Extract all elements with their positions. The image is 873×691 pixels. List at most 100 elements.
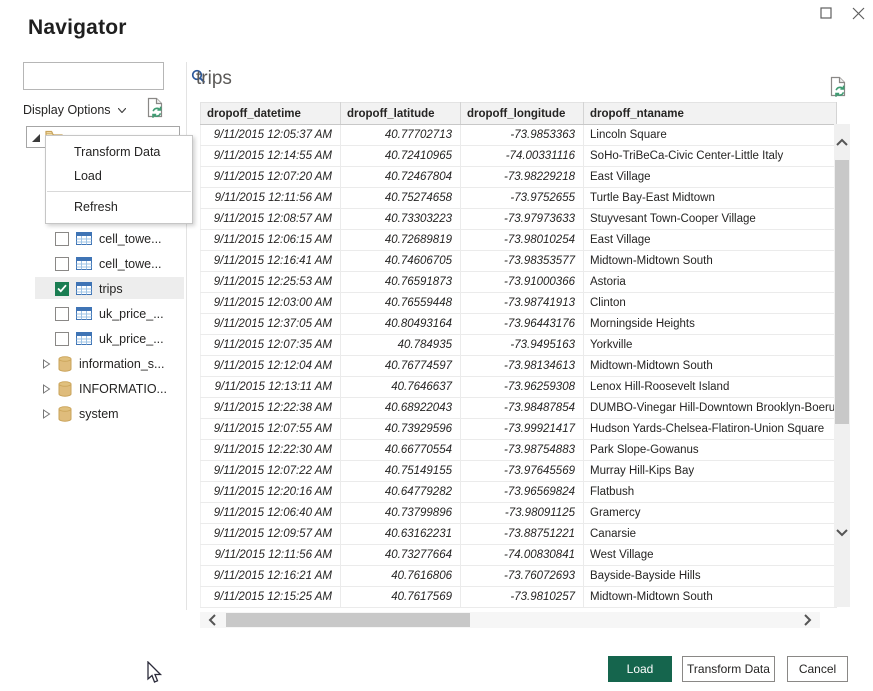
table-cell: 9/11/2015 12:07:22 AM — [201, 461, 341, 482]
checkbox-unchecked[interactable] — [55, 257, 69, 271]
table-cell: SoHo-TriBeCa-Civic Center-Little Italy — [584, 146, 837, 167]
expand-icon[interactable] — [42, 409, 54, 419]
table-cell: -73.9495163 — [461, 335, 584, 356]
vertical-scrollbar-thumb[interactable] — [835, 160, 849, 424]
table-cell: 40.72467804 — [341, 167, 461, 188]
vertical-scrollbar[interactable] — [834, 124, 850, 607]
table-cell: 9/11/2015 12:09:57 AM — [201, 524, 341, 545]
menu-item-refresh[interactable]: Refresh — [46, 195, 192, 219]
table-icon — [76, 232, 92, 245]
expand-icon[interactable] — [42, 359, 54, 369]
table-row: 9/11/2015 12:22:38 AM40.68922043-73.9848… — [201, 398, 837, 419]
tree-item-system[interactable]: system — [20, 401, 182, 426]
search-input[interactable] — [24, 63, 191, 89]
table-cell: -73.97973633 — [461, 209, 584, 230]
column-header-dropoff-ntaname[interactable]: dropoff_ntaname — [584, 103, 837, 125]
expand-icon[interactable] — [42, 384, 54, 394]
expand-collapse-icon[interactable] — [31, 133, 41, 143]
table-icon — [76, 257, 92, 270]
menu-item-transform-data[interactable]: Transform Data — [46, 140, 192, 164]
table-cell: -73.76072693 — [461, 566, 584, 587]
table-cell: 40.75149155 — [341, 461, 461, 482]
table-cell: Clinton — [584, 293, 837, 314]
table-cell: 40.72689819 — [341, 230, 461, 251]
dialog-title: Navigator — [28, 16, 127, 40]
menu-item-load[interactable]: Load — [46, 164, 192, 188]
table-cell: 9/11/2015 12:16:41 AM — [201, 251, 341, 272]
table-cell: -73.9853363 — [461, 125, 584, 146]
table-cell: 9/11/2015 12:15:25 AM — [201, 587, 341, 608]
table-cell: Midtown-Midtown South — [584, 356, 837, 377]
refresh-preview-icon[interactable] — [146, 97, 165, 124]
maximize-button[interactable] — [812, 2, 840, 24]
tree-item-information-s[interactable]: information_s... — [20, 351, 182, 376]
column-header-dropoff-latitude[interactable]: dropoff_latitude — [341, 103, 461, 125]
tree-item-label: uk_price_... — [99, 332, 164, 346]
table-row: 9/11/2015 12:06:15 AM40.72689819-73.9801… — [201, 230, 837, 251]
column-header-dropoff-datetime[interactable]: dropoff_datetime — [201, 103, 341, 125]
cancel-button[interactable]: Cancel — [787, 656, 848, 682]
tree-item-uk-price[interactable]: uk_price_... — [20, 326, 182, 351]
table-row: 9/11/2015 12:03:00 AM40.76559448-73.9874… — [201, 293, 837, 314]
load-button[interactable]: Load — [608, 656, 672, 682]
checkbox-unchecked[interactable] — [55, 332, 69, 346]
table-row: 9/11/2015 12:16:21 AM40.7616806-73.76072… — [201, 566, 837, 587]
table-cell: 40.7646637 — [341, 377, 461, 398]
table-cell: Park Slope-Gowanus — [584, 440, 837, 461]
table-cell: 9/11/2015 12:25:53 AM — [201, 272, 341, 293]
table-row: 9/11/2015 12:16:41 AM40.74606705-73.9835… — [201, 251, 837, 272]
table-cell: 9/11/2015 12:07:55 AM — [201, 419, 341, 440]
tree-item-label: cell_towe... — [99, 257, 162, 271]
preview-table-body: 9/11/2015 12:05:37 AM40.77702713-73.9853… — [201, 125, 837, 608]
table-row: 9/11/2015 12:15:25 AM40.7617569-73.98102… — [201, 587, 837, 608]
tree-item-label: uk_price_... — [99, 307, 164, 321]
table-cell: 9/11/2015 12:13:11 AM — [201, 377, 341, 398]
horizontal-scrollbar-thumb[interactable] — [226, 613, 470, 627]
table-cell: -73.98010254 — [461, 230, 584, 251]
tree-item-label: information_s... — [79, 357, 164, 371]
checkbox-checked[interactable] — [55, 282, 69, 296]
search-box[interactable] — [23, 62, 164, 90]
table-cell: 40.74606705 — [341, 251, 461, 272]
scroll-down-icon[interactable] — [835, 528, 849, 537]
table-cell: -73.96569824 — [461, 482, 584, 503]
horizontal-scrollbar[interactable] — [200, 612, 820, 628]
table-cell: -73.9752655 — [461, 188, 584, 209]
table-cell: 40.73277664 — [341, 545, 461, 566]
scroll-right-icon[interactable] — [803, 613, 812, 627]
table-row: 9/11/2015 12:08:57 AM40.73303223-73.9797… — [201, 209, 837, 230]
transform-data-button[interactable]: Transform Data — [682, 656, 775, 682]
table-cell: -73.98754883 — [461, 440, 584, 461]
table-row: 9/11/2015 12:37:05 AM40.80493164-73.9644… — [201, 314, 837, 335]
tree-item-uk-price[interactable]: uk_price_... — [20, 301, 182, 326]
table-row: 9/11/2015 12:07:35 AM40.784935-73.949516… — [201, 335, 837, 356]
table-cell: 9/11/2015 12:22:30 AM — [201, 440, 341, 461]
refresh-preview-icon[interactable] — [829, 76, 848, 103]
tree-item-label: system — [79, 407, 119, 421]
table-row: 9/11/2015 12:12:04 AM40.76774597-73.9813… — [201, 356, 837, 377]
table-row: 9/11/2015 12:25:53 AM40.76591873-73.9100… — [201, 272, 837, 293]
tree-item-informatio[interactable]: INFORMATIO... — [20, 376, 182, 401]
table-cell: Murray Hill-Kips Bay — [584, 461, 837, 482]
scroll-up-icon[interactable] — [835, 138, 849, 147]
table-cell: Yorkville — [584, 335, 837, 356]
scroll-left-icon[interactable] — [208, 613, 217, 627]
table-cell: Morningside Heights — [584, 314, 837, 335]
context-menu: Transform Data Load Refresh — [45, 135, 193, 224]
table-cell: Flatbush — [584, 482, 837, 503]
table-cell: 40.66770554 — [341, 440, 461, 461]
checkbox-unchecked[interactable] — [55, 307, 69, 321]
column-header-dropoff-longitude[interactable]: dropoff_longitude — [461, 103, 584, 125]
table-cell: Hudson Yards-Chelsea-Flatiron-Union Squa… — [584, 419, 837, 440]
table-cell: 9/11/2015 12:03:00 AM — [201, 293, 341, 314]
tree-item-cell-towe[interactable]: cell_towe... — [20, 251, 182, 276]
table-cell: 9/11/2015 12:20:16 AM — [201, 482, 341, 503]
database-icon — [58, 406, 72, 422]
checkbox-unchecked[interactable] — [55, 232, 69, 246]
tree-item-cell-towe[interactable]: cell_towe... — [20, 226, 182, 251]
tree-item-trips[interactable]: trips — [20, 276, 182, 301]
close-button[interactable] — [844, 2, 872, 24]
menu-separator — [47, 191, 191, 192]
table-cell: -73.97645569 — [461, 461, 584, 482]
table-cell: Lincoln Square — [584, 125, 837, 146]
